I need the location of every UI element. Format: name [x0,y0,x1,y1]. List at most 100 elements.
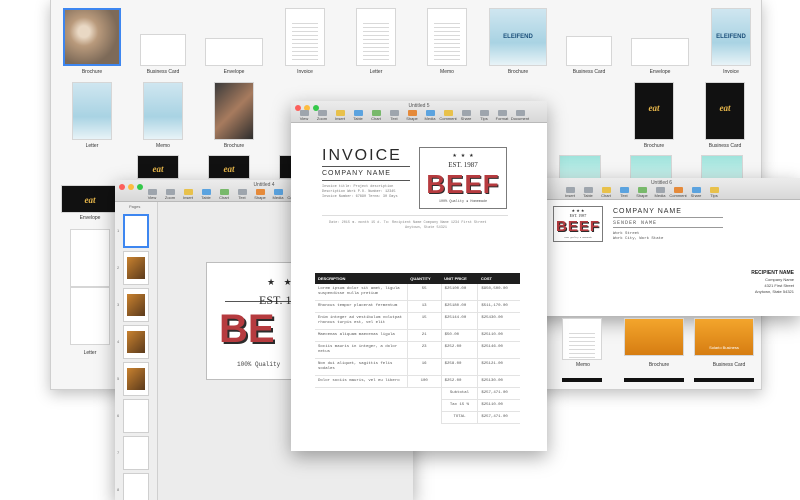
template-thumbnail[interactable] [562,378,602,382]
table-cell[interactable]: $25180.00 [440,300,478,313]
table-row[interactable]: Lorem ipsum dolor sit amet, ligula suspe… [315,284,520,301]
template-tile[interactable]: ELEIFEND Brochure [483,8,553,75]
toolbar-zoom-button[interactable]: Zoom [163,189,177,201]
template-thumbnail[interactable] [630,155,672,179]
table-cell[interactable]: $25130.00 [477,375,520,388]
template-tile[interactable]: Memo [412,8,482,75]
table-cell[interactable]: 15 [406,312,442,330]
toolbar-media-button[interactable]: Media [653,187,667,199]
table-cell[interactable]: Rhoncus tempor placerat fermentum [315,300,408,313]
template-tile[interactable]: Envelope [625,8,695,75]
template-tile[interactable]: Envelope [199,8,269,75]
table-cell[interactable]: 55 [406,284,442,301]
table-cell[interactable]: $25430.00 [477,312,520,330]
toolbar-share-button[interactable]: Share [459,110,473,122]
invoice-items-table[interactable]: DESCRIPTION QUANTITY UNIT PRICE COST Lorem … [315,273,520,424]
template-tile[interactable]: Business Card [128,8,198,75]
table-row[interactable]: Maecenas aliquam maecenas ligula 21 $50.00… [315,329,520,342]
template-thumbnail[interactable] [559,155,601,179]
template-tile[interactable]: Memo [128,82,198,149]
template-tile[interactable]: Brochure [57,8,127,75]
table-cell[interactable]: $252.00 [440,375,478,388]
table-cell[interactable]: 100 [406,375,442,388]
toolbar-document-button[interactable]: Document [511,110,529,122]
page-thumbnail[interactable] [123,288,149,322]
toolbar-chart-button[interactable]: Chart [217,189,231,201]
toolbar-comment-button[interactable]: Comment [669,187,687,199]
toolbar-table-button[interactable]: Table [581,187,595,199]
invoice-document[interactable]: INVOICE COMPANY NAME Invoice title: Proj… [295,123,543,451]
toolbar-insert-button[interactable]: Insert [563,187,577,199]
template-thumbnail[interactable] [694,378,754,382]
toolbar-tips-button[interactable]: Tips [707,187,721,199]
template-tile[interactable]: Letter [341,8,411,75]
table-cell[interactable]: Non dui aliquet, sagittis felis sodales [315,358,408,376]
toolbar-shape-button[interactable]: Shape [253,189,267,201]
toolbar-chart-button[interactable]: Chart [369,110,383,122]
table-cell[interactable]: $25100.00 [440,284,478,301]
table-row[interactable]: Rhoncus tempor placerat fermentum 13 $2518… [315,300,520,313]
table-cell[interactable]: 13 [406,300,442,313]
table-cell[interactable]: $511,170.00 [477,300,520,313]
table-cell[interactable]: 21 [406,329,442,342]
toolbar-comment-button[interactable]: Comment [439,110,457,122]
toolbar-tips-button[interactable]: Tips [477,110,491,122]
template-tile[interactable]: ELEIFEND Invoice [696,8,761,75]
template-tile[interactable]: Letter [57,82,127,149]
toolbar-zoom-button[interactable]: Zoom [315,110,329,122]
toolbar-insert-button[interactable]: Insert [333,110,347,122]
table-cell[interactable]: $50.00 [440,329,478,342]
toolbar-view-button[interactable]: View [297,110,311,122]
template-tile[interactable]: Memo [562,318,632,378]
template-thumbnail[interactable]: eat [208,155,250,179]
template-tile[interactable]: Brochure [199,82,269,149]
page-thumbnail[interactable] [123,399,149,433]
page-thumbnail[interactable] [123,436,149,470]
toolbar-share-button[interactable]: Share [689,187,703,199]
page-thumbnail[interactable] [123,362,149,396]
template-tile[interactable]: Brochure [624,318,694,378]
template-thumbnail[interactable] [624,378,684,382]
pages-sidebar[interactable]: Pages 1 2 3 4 5 6 7 8 [115,202,158,500]
table-cell[interactable]: Dolor sociis mauris, vel eu libero [315,375,408,388]
template-tile[interactable]: Invoice [270,8,340,75]
table-row[interactable]: Dolor sociis mauris, vel eu libero 100 $25… [315,375,520,388]
toolbar-format-button[interactable]: Format [495,110,509,122]
table-cell[interactable]: $25110.00 [477,329,520,342]
page-thumbnail[interactable] [123,473,149,500]
page-thumbnail[interactable] [123,325,149,359]
table-row[interactable]: Non dui aliquet, sagittis felis sodales 1… [315,358,520,376]
table-row[interactable]: Sociis mauris in integer, a dolor netus 2… [315,341,520,359]
template-tile[interactable]: Business Card [554,8,624,75]
table-cell[interactable]: $258.00 [440,358,478,376]
toolbar-text-button[interactable]: Text [617,187,631,199]
table-cell[interactable]: Enim integer ad vestibulum volutpat rhon… [315,312,408,330]
toolbar-media-button[interactable]: Media [423,110,437,122]
page-thumbnail[interactable] [123,214,149,248]
toolbar-shape-button[interactable]: Shape [405,110,419,122]
template-tile[interactable]: eat Business Card [690,82,760,149]
table-row[interactable]: Enim integer ad vestibulum volutpat rhon… [315,312,520,330]
template-thumbnail[interactable]: eat [137,155,179,179]
toolbar-media-button[interactable]: Media [271,189,285,201]
template-thumbnail[interactable] [701,155,743,179]
page-thumbnail[interactable] [123,251,149,285]
table-cell[interactable]: Sociis mauris in integer, a dolor netus [315,341,408,359]
table-cell[interactable]: $950,500.00 [477,284,520,301]
table-cell[interactable]: Lorem ipsum dolor sit amet, ligula suspe… [315,284,408,301]
table-cell[interactable]: $252.00 [440,341,478,359]
toolbar-table-button[interactable]: Table [351,110,365,122]
table-cell[interactable]: 16 [406,358,442,376]
toolbar-shape-button[interactable]: Shape [635,187,649,199]
table-cell[interactable]: $25121.00 [477,358,520,376]
envelope-page[interactable]: ★ ★ ★ EST. 1987 BEEF 100% Quality ● Home… [533,200,800,316]
toolbar-table-button[interactable]: Table [199,189,213,201]
toolbar-view-button[interactable]: View [145,189,159,201]
toolbar-text-button[interactable]: Text [387,110,401,122]
template-tile[interactable]: Solario Business Business Card [694,318,764,378]
toolbar-chart-button[interactable]: Chart [599,187,613,199]
toolbar-insert-button[interactable]: Insert [181,189,195,201]
template-tile[interactable]: eat Brochure [619,82,689,149]
table-cell[interactable]: 23 [406,341,442,359]
table-cell[interactable]: $25144.00 [440,312,478,330]
